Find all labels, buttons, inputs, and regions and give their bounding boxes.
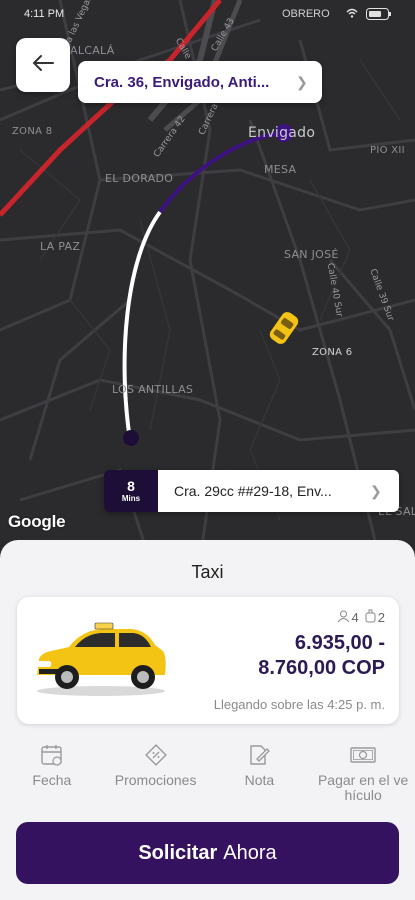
eta-unit: Mins [121, 494, 141, 503]
request-now-button[interactable]: Solicitar Ahora [16, 822, 399, 884]
capacity-info: 4 2 [337, 609, 385, 626]
request-now-rest: Ahora [223, 841, 277, 864]
status-bar: 4:11 PM OBRERO [0, 8, 415, 28]
option-pay-in-vehicle[interactable]: Pagar en el vehículo [311, 743, 415, 813]
ride-type-title: Taxi [191, 562, 224, 582]
back-button[interactable] [16, 38, 70, 92]
map-label-zona6: ZONA 6 [312, 347, 353, 358]
route-start-dot [123, 430, 139, 446]
option-promotions[interactable]: Promociones [104, 743, 208, 813]
luggage-icon [365, 609, 376, 626]
map-label-el-dorado: EL DORADO [105, 172, 174, 185]
status-carrier: OBRERO [282, 8, 330, 20]
map-label-san-jose: SAN JOSÉ [284, 248, 339, 261]
fare-line-1: 6.935,00 - [294, 632, 385, 654]
chevron-right-icon: ❯ [296, 73, 308, 90]
map-label-pio-xii: PIO XII [370, 145, 405, 156]
map-label-la-paz: LA PAZ [40, 240, 81, 253]
arrow-left-icon [32, 54, 54, 77]
option-promotions-label: Promociones [114, 772, 197, 788]
note-pencil-icon [247, 743, 271, 769]
status-time: 4:11 PM [24, 8, 65, 20]
map-label-los-antillas: LOS ANTILLAS [112, 383, 194, 396]
taxi-car-image [31, 617, 171, 702]
option-pay-in-vehicle-label: Pagar en el vehículo [317, 772, 409, 803]
ride-bottom-sheet: Taxi 4 2 6.935,00 - 8.760,00 COP Llegand… [0, 540, 415, 900]
chevron-right-icon: ❯ [370, 482, 382, 499]
pickup-address-chip[interactable]: Cra. 36, Envigado, Anti... ❯ [78, 61, 322, 103]
map-label-mesa: MESA [264, 163, 297, 176]
option-note-label: Nota [244, 772, 275, 788]
request-now-bold: Solicitar [138, 841, 218, 864]
arrival-time: Llegando sobre las 4:25 p. m. [213, 697, 385, 712]
passenger-count: 4 [351, 610, 359, 625]
option-date-label: Fecha [32, 772, 72, 788]
luggage-count: 2 [377, 610, 385, 625]
eta-badge: 8 Mins [104, 470, 158, 512]
promo-tag-icon [144, 743, 168, 769]
destination-address: Cra. 29cc ##29-18, Env... [174, 483, 332, 499]
fare-range: 6.935,00 - 8.760,00 COP [258, 631, 385, 681]
map-label-zona8: ZONA 8 [12, 126, 53, 137]
google-attribution: Google [8, 512, 66, 531]
map-label-envigado: Envigado [248, 125, 316, 141]
ride-options-row: Fecha Promociones Nota Pagar en el vehíc… [0, 743, 415, 813]
option-date[interactable]: Fecha [0, 743, 104, 813]
ride-option-card[interactable]: 4 2 6.935,00 - 8.760,00 COP Llegando sob… [17, 597, 399, 724]
pickup-address: Cra. 36, Envigado, Anti... [94, 73, 270, 91]
eta-value: 8 [127, 478, 135, 494]
option-note[interactable]: Nota [208, 743, 312, 813]
cash-icon [349, 743, 377, 769]
fare-line-2: 8.760,00 COP [258, 657, 385, 679]
map-label-alcala: ALCALÁ [70, 44, 115, 57]
person-icon [337, 610, 350, 626]
calendar-icon [40, 743, 64, 769]
destination-address-chip[interactable]: 8 Mins Cra. 29cc ##29-18, Env... ❯ [104, 470, 399, 512]
